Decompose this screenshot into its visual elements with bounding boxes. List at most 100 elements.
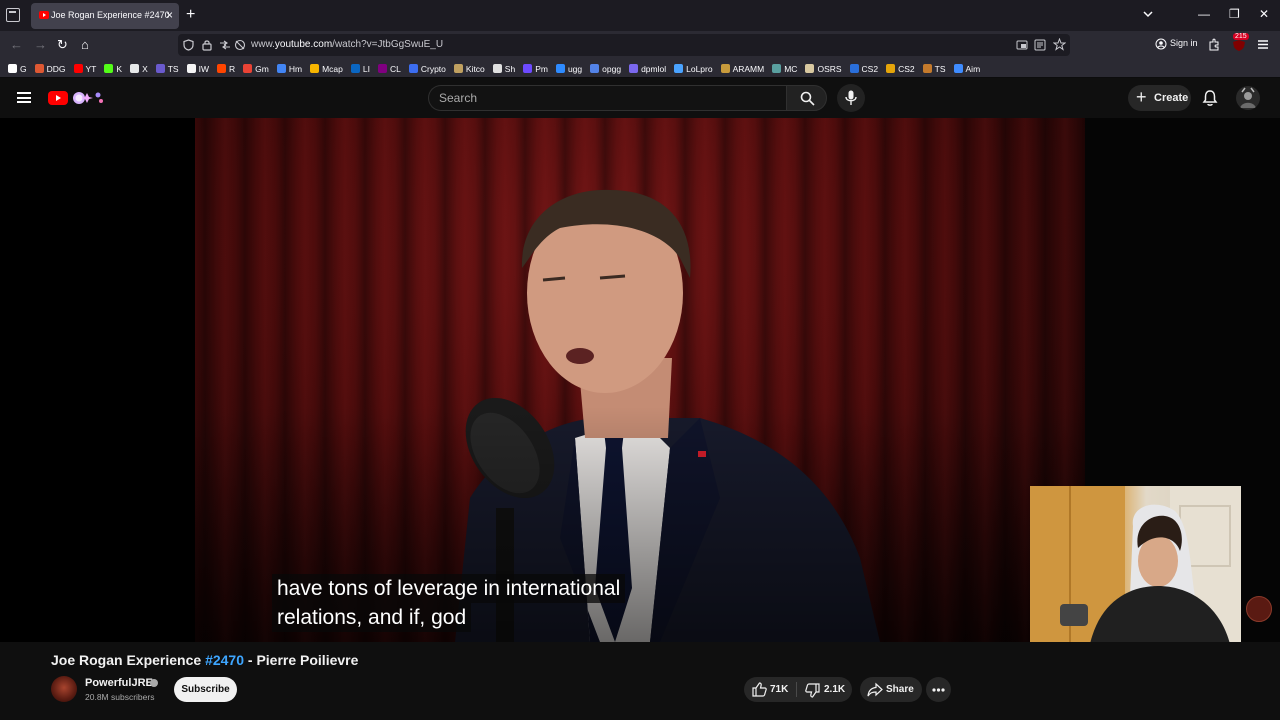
- like-button[interactable]: 71K: [744, 677, 796, 702]
- autoplay-blocked-icon[interactable]: [234, 39, 246, 51]
- bookmark-item[interactable]: ARAMM: [720, 62, 764, 75]
- bookmark-item[interactable]: DDG: [34, 62, 66, 75]
- bookmark-item[interactable]: IW: [186, 62, 209, 75]
- bookmark-item[interactable]: Aim: [953, 62, 980, 75]
- browser-tab-strip: Joe Rogan Experience #2470 - Pierre Poil…: [0, 0, 1280, 31]
- bookmark-favicon-icon: [805, 64, 815, 73]
- bookmark-item[interactable]: Hm: [276, 62, 302, 75]
- bookmark-favicon-icon: [8, 64, 17, 73]
- extensions-icon[interactable]: [1208, 38, 1220, 51]
- share-button[interactable]: Share: [860, 677, 922, 702]
- more-actions-button[interactable]: [926, 677, 951, 702]
- tab-overflow-chevron-icon[interactable]: [1143, 10, 1153, 18]
- bookmark-item[interactable]: Sh: [492, 62, 515, 75]
- verified-check-icon: [150, 679, 158, 687]
- close-window-button[interactable]: ✕: [1259, 7, 1269, 21]
- bookmark-item[interactable]: CS2: [886, 62, 915, 75]
- reader-view-icon[interactable]: [1034, 39, 1046, 51]
- bookmark-item[interactable]: CS2: [849, 62, 879, 75]
- tab-close-icon[interactable]: ×: [166, 8, 173, 22]
- menu-icon[interactable]: [1258, 40, 1268, 49]
- extension-badge: 215: [1233, 33, 1249, 40]
- search-input[interactable]: [439, 91, 769, 105]
- bookmark-label: CS2: [898, 63, 915, 74]
- bookmark-item[interactable]: OSRS: [805, 62, 842, 75]
- bookmark-favicon-icon: [217, 64, 226, 73]
- bookmark-item[interactable]: CL: [377, 62, 401, 75]
- account-icon[interactable]: [1155, 38, 1167, 50]
- minimize-button[interactable]: —: [1198, 7, 1210, 21]
- lock-icon[interactable]: [202, 39, 212, 51]
- dislike-button[interactable]: 2.1K: [797, 677, 852, 702]
- sign-in-button[interactable]: Sign in: [1170, 38, 1198, 48]
- browser-tab-active[interactable]: Joe Rogan Experience #2470 - Pierre Poil…: [31, 3, 179, 29]
- bookmark-item[interactable]: K: [104, 62, 122, 75]
- bookmark-favicon-icon: [276, 64, 286, 73]
- bookmark-item[interactable]: Crypto: [408, 62, 446, 75]
- search-icon: [800, 91, 815, 106]
- permissions-icon[interactable]: [219, 40, 231, 50]
- bookmark-label: CS2: [861, 63, 879, 74]
- voice-search-button[interactable]: [837, 84, 865, 112]
- bookmark-item[interactable]: Kitco: [453, 62, 485, 75]
- bookmark-item[interactable]: Pm: [523, 62, 548, 75]
- back-button[interactable]: ←: [10, 37, 23, 53]
- guide-menu-icon[interactable]: [17, 92, 31, 103]
- plus-icon: +: [1136, 87, 1147, 107]
- bookmark-item[interactable]: Gm: [243, 62, 269, 75]
- bookmark-item[interactable]: TS: [922, 62, 946, 75]
- shield-icon[interactable]: [183, 39, 194, 51]
- video-vignette: [195, 118, 1085, 642]
- new-tab-button[interactable]: +: [186, 6, 195, 24]
- bookmark-star-icon[interactable]: [1053, 38, 1066, 51]
- bookmark-item[interactable]: LI: [350, 62, 370, 75]
- browser-navigation-bar: ← → ↻ ⌂ www.youtube.com/watch?v=JtbGgSwu…: [0, 31, 1280, 59]
- bookmark-label: Gm: [255, 63, 269, 74]
- bookmark-favicon-icon: [104, 64, 114, 73]
- channel-avatar[interactable]: [51, 676, 77, 702]
- bookmark-item[interactable]: YT: [73, 62, 96, 75]
- bookmark-item[interactable]: LoLpro: [674, 62, 713, 75]
- url-bar[interactable]: www.youtube.com/watch?v=JtbGgSwuE_U: [178, 34, 1070, 56]
- url-text[interactable]: www.youtube.com/watch?v=JtbGgSwuE_U: [251, 39, 443, 50]
- search-button[interactable]: [786, 85, 827, 111]
- bookmark-label: MC: [784, 63, 798, 74]
- restore-button[interactable]: ❐: [1229, 7, 1240, 21]
- youtube-logo[interactable]: [48, 91, 68, 105]
- bookmark-item[interactable]: dpmlol: [629, 62, 666, 75]
- bookmark-item[interactable]: ugg: [555, 62, 583, 75]
- tab-list-icon[interactable]: [6, 8, 20, 22]
- user-avatar[interactable]: [1236, 86, 1260, 110]
- picture-in-picture-icon[interactable]: [1016, 39, 1028, 51]
- url-prefix: www.: [251, 39, 275, 50]
- bookmark-item[interactable]: TS: [155, 62, 179, 75]
- create-button[interactable]: + Create: [1128, 85, 1191, 111]
- forward-button[interactable]: →: [34, 37, 47, 53]
- bookmark-item[interactable]: MC: [772, 62, 797, 75]
- home-button[interactable]: ⌂: [81, 37, 89, 53]
- title-prefix: Joe Rogan Experience: [51, 652, 206, 668]
- bookmark-item[interactable]: opgg: [590, 62, 621, 75]
- share-label: Share: [886, 684, 914, 695]
- bookmark-item[interactable]: X: [130, 62, 148, 75]
- like-dislike-group: 71K 2.1K: [744, 677, 852, 702]
- reload-button[interactable]: ↻: [57, 37, 68, 53]
- channel-name[interactable]: PowerfulJRE: [85, 677, 153, 689]
- bookmark-item[interactable]: G: [8, 62, 27, 75]
- youtube-doodle-icon[interactable]: [71, 89, 105, 106]
- bookmark-label: DDG: [46, 63, 66, 74]
- title-hashtag-link[interactable]: #2470: [205, 652, 244, 668]
- bookmark-favicon-icon: [350, 64, 360, 73]
- video-player[interactable]: have tons of leverage in international r…: [0, 118, 1280, 642]
- search-box[interactable]: [428, 85, 786, 111]
- bookmark-label: R: [229, 63, 236, 74]
- subscribe-button[interactable]: Subscribe: [174, 677, 237, 702]
- bookmark-item[interactable]: Mcap: [310, 62, 343, 75]
- bookmark-item[interactable]: R: [217, 62, 235, 75]
- channel-watermark-icon[interactable]: [1246, 596, 1272, 622]
- notifications-bell-icon[interactable]: [1201, 89, 1219, 107]
- bookmark-label: ugg: [567, 63, 583, 74]
- tab-title: Joe Rogan Experience #2470 - Pierre Poil…: [51, 10, 169, 20]
- closed-captions: have tons of leverage in international r…: [272, 574, 626, 632]
- ublock-extension-icon[interactable]: [1232, 39, 1246, 51]
